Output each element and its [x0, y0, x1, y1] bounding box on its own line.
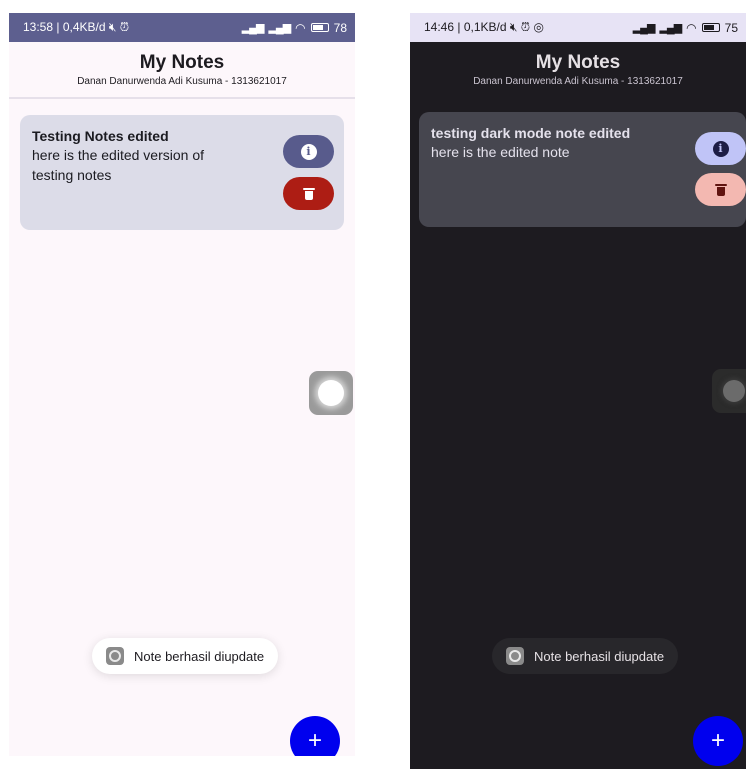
wifi-icon: ◠	[686, 20, 697, 35]
toast-message: Note berhasil diupdate	[134, 648, 265, 664]
page-subtitle: Danan Danurwenda Adi Kusuma - 1313621017	[473, 76, 683, 87]
app-icon	[506, 647, 524, 665]
toast: Note berhasil diupdate	[92, 638, 279, 674]
info-icon: i	[300, 143, 317, 160]
signal-icon: ▂▄▆	[632, 22, 656, 34]
phone-dark-mode: 14:46 | 0,1KB/d 🔇︎ ⏰︎ ◎ ▂▄▆ ▂▄▆ ◠ 75 My …	[410, 13, 746, 769]
add-note-button[interactable]: +	[290, 716, 340, 756]
status-time: 14:46 | 0,1KB/d	[424, 20, 507, 34]
assistive-touch-icon	[723, 380, 745, 402]
add-note-button[interactable]: +	[693, 716, 743, 766]
assistive-touch-icon	[318, 380, 344, 406]
battery-percent: 78	[333, 20, 347, 35]
delete-button[interactable]	[283, 177, 334, 210]
status-left: 13:58 | 0,4KB/d 🔇︎ ⏰︎	[23, 20, 129, 35]
page-title: My Notes	[139, 52, 225, 73]
instagram-icon: ◎	[533, 20, 544, 34]
toast-message: Note berhasil diupdate	[534, 648, 665, 664]
assistive-touch-button[interactable]	[712, 369, 746, 413]
status-time: 13:58 | 0,4KB/d	[23, 20, 106, 34]
info-button[interactable]: i	[283, 135, 334, 168]
signal-icon-2: ▂▄▆	[268, 22, 291, 34]
phone-light-mode: 13:58 | 0,4KB/d 🔇︎ ⏰︎ ▂▄▆ ▂▄▆ ◠ 78 My No…	[9, 13, 355, 756]
info-button[interactable]: i	[695, 132, 746, 165]
signal-icon-2: ▂▄▆	[659, 22, 682, 34]
info-icon: i	[712, 140, 729, 157]
page-subtitle: Danan Danurwenda Adi Kusuma - 1313621017	[77, 76, 287, 87]
note-card[interactable]: Testing Notes edited here is the edited …	[20, 115, 344, 230]
status-left: 14:46 | 0,1KB/d 🔇︎ ⏰︎ ◎	[424, 20, 544, 35]
app-icon	[106, 647, 124, 665]
signal-icon: ▂▄▆	[241, 22, 265, 34]
note-title: testing dark mode note edited	[431, 125, 631, 141]
note-body: here is the edited version of testing no…	[32, 147, 204, 183]
battery-percent: 75	[724, 20, 738, 35]
plus-icon: +	[307, 727, 322, 754]
wifi-icon: ◠	[295, 20, 306, 35]
status-right: ▂▄▆ ▂▄▆ ◠ 75	[633, 21, 738, 35]
status-right: ▂▄▆ ▂▄▆ ◠ 78	[242, 21, 347, 35]
status-bar: 14:46 | 0,1KB/d 🔇︎ ⏰︎ ◎ ▂▄▆ ▂▄▆ ◠ 75	[410, 13, 746, 42]
delete-button[interactable]	[695, 173, 746, 206]
trash-icon	[302, 187, 315, 200]
alarm-icon: ⏰︎	[119, 20, 130, 34]
mute-icon: 🔇︎	[509, 20, 518, 34]
plus-icon: +	[710, 727, 725, 754]
note-body: here is the edited note	[431, 144, 570, 160]
mute-icon: 🔇︎	[108, 20, 117, 34]
app-bar: My Notes Danan Danurwenda Adi Kusuma - 1…	[410, 42, 746, 99]
status-bar: 13:58 | 0,4KB/d 🔇︎ ⏰︎ ▂▄▆ ▂▄▆ ◠ 78	[9, 13, 355, 42]
trash-icon	[714, 183, 727, 196]
battery-icon	[310, 23, 329, 32]
alarm-icon: ⏰︎	[520, 20, 531, 34]
assistive-touch-button[interactable]	[309, 371, 353, 415]
page-title: My Notes	[535, 52, 621, 73]
battery-icon	[701, 23, 720, 32]
note-card[interactable]: testing dark mode note edited here is th…	[419, 112, 746, 227]
toast: Note berhasil diupdate	[492, 638, 679, 674]
app-bar: My Notes Danan Danurwenda Adi Kusuma - 1…	[9, 42, 355, 99]
